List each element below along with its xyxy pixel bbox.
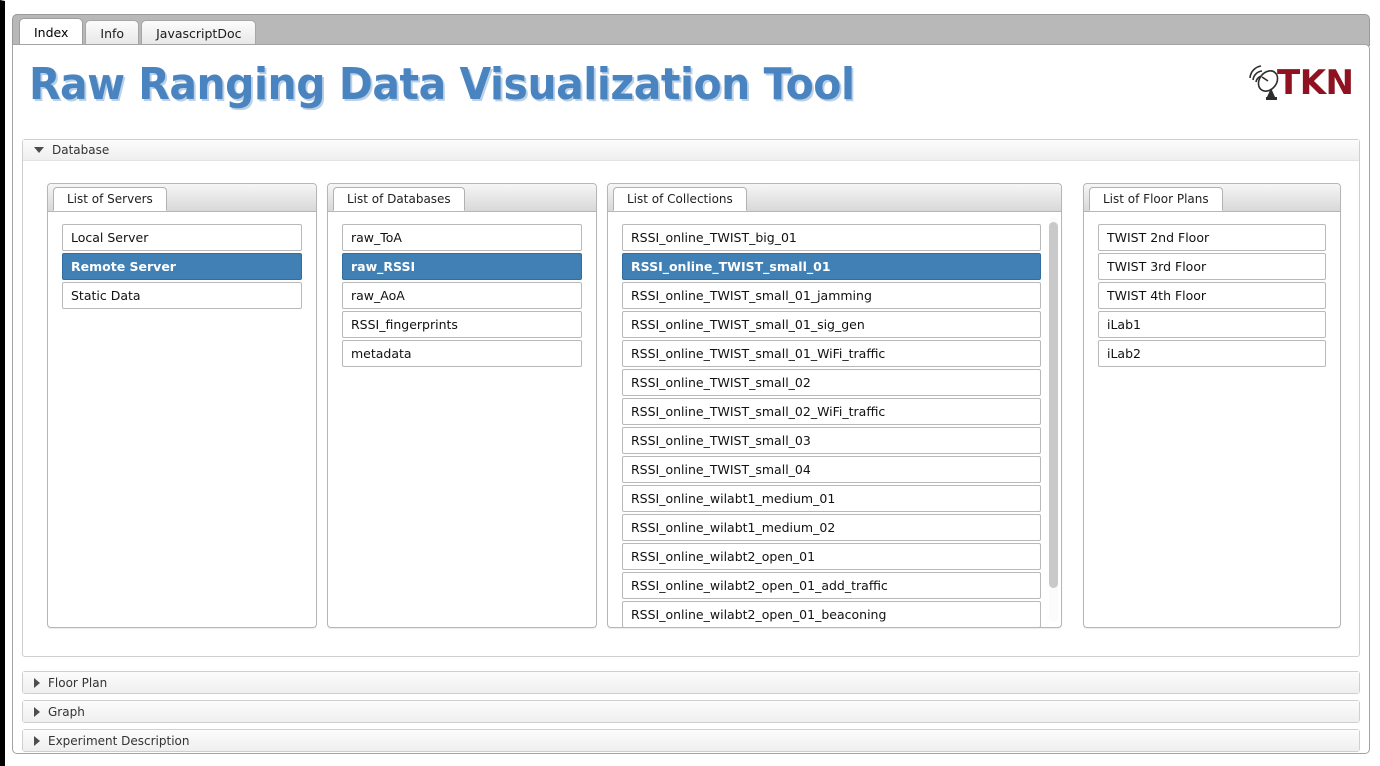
section-experiment-description-label: Experiment Description [48, 733, 190, 748]
list-item[interactable]: RSSI_online_wilabt2_open_01_beaconing [622, 601, 1041, 627]
panel-collections-tabstrip: List of Collections [608, 184, 1061, 212]
app-frame: Raw Ranging Data Visualization Tool TKN … [12, 44, 1370, 754]
list-item[interactable]: Local Server [62, 224, 302, 251]
list-item[interactable]: TWIST 2nd Floor [1098, 224, 1326, 251]
list-item[interactable]: raw_AoA [342, 282, 582, 309]
section-database: Database List of Servers Local Server Rem… [22, 139, 1360, 657]
panel-collections: List of Collections RSSI_online_TWIST_bi… [607, 183, 1062, 628]
list-item[interactable]: RSSI_online_TWIST_small_01 [622, 253, 1041, 280]
panel-servers-body: Local Server Remote Server Static Data [48, 212, 316, 321]
panel-databases-tabstrip: List of Databases [328, 184, 596, 212]
floorplan-list: TWIST 2nd Floor TWIST 3rd Floor TWIST 4th … [1098, 224, 1326, 367]
triangle-right-icon [34, 706, 40, 717]
tab-list-of-databases[interactable]: List of Databases [333, 187, 465, 211]
list-item[interactable]: raw_ToA [342, 224, 582, 251]
section-floor-plan-label: Floor Plan [48, 675, 108, 690]
section-floor-plan: Floor Plan [22, 671, 1360, 694]
panel-floorplans: List of Floor Plans TWIST 2nd Floor TWIST… [1083, 183, 1341, 628]
tab-info[interactable]: Info [85, 20, 140, 46]
collections-scrollbar[interactable] [1049, 216, 1058, 622]
panel-databases: List of Databases raw_ToA raw_RSSI raw_AoA… [327, 183, 597, 628]
tab-index[interactable]: Index [19, 18, 84, 46]
list-item[interactable]: RSSI_online_wilabt1_medium_02 [622, 514, 1041, 541]
list-item[interactable]: RSSI_online_TWIST_small_01_sig_gen [622, 311, 1041, 338]
section-database-label: Database [52, 143, 110, 157]
tab-list-of-floor-plans[interactable]: List of Floor Plans [1089, 187, 1223, 211]
collections-scrollbar-thumb[interactable] [1049, 222, 1058, 588]
section-database-header[interactable]: Database [23, 140, 1359, 161]
panel-collections-body: RSSI_online_TWIST_big_01 RSSI_online_TWIS… [608, 212, 1061, 627]
section-experiment-description-header[interactable]: Experiment Description [23, 730, 1359, 751]
list-item[interactable]: iLab2 [1098, 340, 1326, 367]
list-item[interactable]: TWIST 3rd Floor [1098, 253, 1326, 280]
list-item[interactable]: iLab1 [1098, 311, 1326, 338]
tkn-logo: TKN [1247, 61, 1357, 109]
list-item[interactable]: RSSI_online_wilabt1_medium_01 [622, 485, 1041, 512]
list-item[interactable]: RSSI_online_wilabt2_open_01_add_traffic [622, 572, 1041, 599]
list-item[interactable]: raw_RSSI [342, 253, 582, 280]
section-graph-label: Graph [48, 704, 85, 719]
browser-tab-bar: Index Info JavascriptDoc [12, 14, 1370, 46]
section-experiment-description: Experiment Description [22, 729, 1360, 752]
satellite-dish-icon [1249, 65, 1279, 100]
list-item[interactable]: TWIST 4th Floor [1098, 282, 1326, 309]
tab-list-of-collections[interactable]: List of Collections [613, 187, 747, 211]
list-item[interactable]: Static Data [62, 282, 302, 309]
panel-servers: List of Servers Local Server Remote Serve… [47, 183, 317, 628]
list-item[interactable]: RSSI_online_TWIST_big_01 [622, 224, 1041, 251]
server-list: Local Server Remote Server Static Data [62, 224, 302, 309]
app-header: Raw Ranging Data Visualization Tool TKN [13, 45, 1369, 135]
collection-list: RSSI_online_TWIST_big_01 RSSI_online_TWIS… [622, 224, 1041, 627]
triangle-right-icon [34, 735, 40, 746]
tab-javascriptdoc[interactable]: JavascriptDoc [141, 20, 257, 46]
triangle-down-icon [34, 147, 44, 153]
list-item[interactable]: RSSI_online_TWIST_small_01_WiFi_traffic [622, 340, 1041, 367]
page-title: Raw Ranging Data Visualization Tool [29, 59, 855, 110]
list-item[interactable]: metadata [342, 340, 582, 367]
list-item[interactable]: RSSI_online_TWIST_small_03 [622, 427, 1041, 454]
section-floor-plan-header[interactable]: Floor Plan [23, 672, 1359, 693]
panel-servers-tabstrip: List of Servers [48, 184, 316, 212]
database-panels: List of Servers Local Server Remote Serve… [23, 161, 1359, 631]
list-item[interactable]: RSSI_fingerprints [342, 311, 582, 338]
section-graph-header[interactable]: Graph [23, 701, 1359, 722]
list-item[interactable]: RSSI_online_wilabt2_open_01 [622, 543, 1041, 570]
list-item[interactable]: RSSI_online_TWIST_small_01_jamming [622, 282, 1041, 309]
triangle-right-icon [34, 677, 40, 688]
tkn-logo-text: TKN [1277, 63, 1354, 103]
list-item[interactable]: RSSI_online_TWIST_small_02 [622, 369, 1041, 396]
list-item[interactable]: RSSI_online_TWIST_small_04 [622, 456, 1041, 483]
list-item[interactable]: RSSI_online_TWIST_small_02_WiFi_traffic [622, 398, 1041, 425]
tab-list-of-servers[interactable]: List of Servers [53, 187, 167, 211]
database-list: raw_ToA raw_RSSI raw_AoA RSSI_fingerprints m… [342, 224, 582, 367]
panel-floorplans-body: TWIST 2nd Floor TWIST 3rd Floor TWIST 4th … [1084, 212, 1340, 379]
panel-databases-body: raw_ToA raw_RSSI raw_AoA RSSI_fingerprints m… [328, 212, 596, 379]
list-item[interactable]: Remote Server [62, 253, 302, 280]
section-graph: Graph [22, 700, 1360, 723]
panel-floorplans-tabstrip: List of Floor Plans [1084, 184, 1340, 212]
